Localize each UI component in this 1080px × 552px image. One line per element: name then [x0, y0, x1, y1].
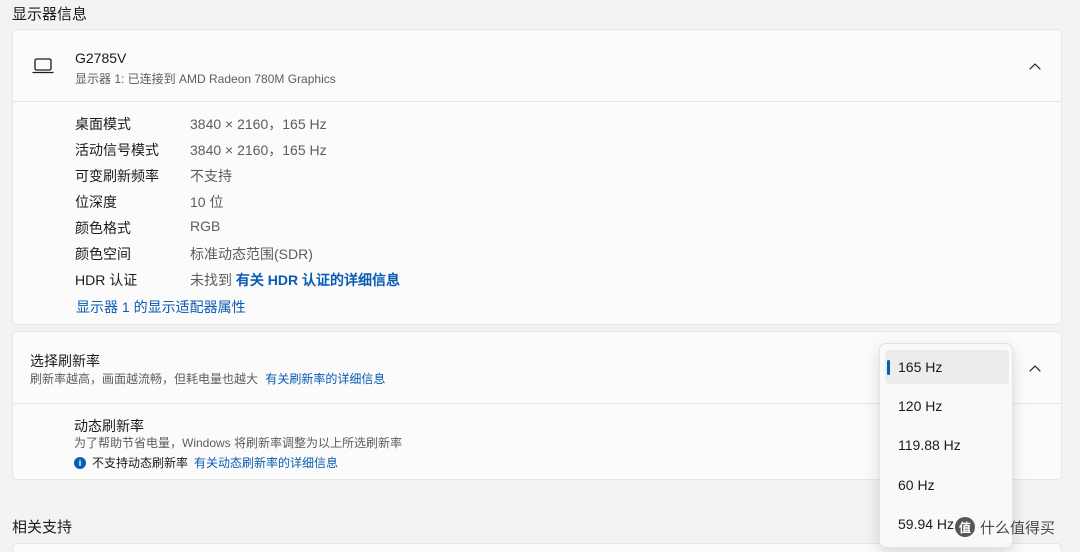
refresh-rate-title: 选择刷新率	[30, 353, 100, 369]
adapter-properties-link[interactable]: 显示器 1 的显示适配器属性	[76, 297, 246, 317]
info-label: 颜色格式	[75, 220, 131, 236]
dynamic-refresh-details-link[interactable]: 有关动态刷新率的详细信息	[194, 454, 338, 471]
refresh-rate-description: 刷新率越高，画面越流畅，但耗电量也越大	[30, 372, 259, 386]
info-label: HDR 认证	[75, 272, 138, 288]
monitor-card: G2785V 显示器 1: 已连接到 AMD Radeon 780M Graph…	[12, 29, 1062, 325]
info-value: 3840 × 2160，165 Hz	[190, 116, 327, 132]
settings-page: 显示器信息 G2785V 显示器 1: 已连接到 AMD Radeon 780M…	[0, 0, 1080, 552]
refresh-option-119-88[interactable]: 119.88 Hz	[885, 428, 1009, 462]
hdr-value: 未找到	[190, 272, 232, 288]
watermark-logo-icon: 值	[955, 517, 975, 537]
info-label: 位深度	[75, 194, 117, 210]
refresh-rate-details-link[interactable]: 有关刷新率的详细信息	[265, 372, 385, 386]
refresh-rate-subtitle: 刷新率越高，画面越流畅，但耗电量也越大 有关刷新率的详细信息	[30, 370, 385, 387]
info-label: 桌面模式	[75, 116, 131, 132]
refresh-collapse-chevron-up-icon[interactable]	[1023, 356, 1047, 380]
refresh-option-165[interactable]: 165 Hz	[885, 350, 1009, 384]
monitor-subtitle: 显示器 1: 已连接到 AMD Radeon 780M Graphics	[75, 72, 336, 86]
dynamic-refresh-note: i 不支持动态刷新率 有关动态刷新率的详细信息	[74, 454, 338, 471]
laptop-icon	[32, 58, 54, 74]
collapse-chevron-up-icon[interactable]	[1023, 54, 1047, 78]
dynamic-refresh-subtitle: 为了帮助节省电量，Windows 将刷新率调整为以上所选刷新率	[74, 436, 403, 450]
info-value: RGB	[190, 218, 221, 234]
info-label: 可变刷新频率	[75, 168, 159, 184]
hdr-details-link[interactable]: 有关 HDR 认证的详细信息	[236, 272, 400, 288]
monitor-name: G2785V	[75, 50, 127, 66]
info-label: 活动信号模式	[75, 142, 159, 158]
info-value: 标准动态范围(SDR)	[190, 246, 313, 262]
info-icon: i	[74, 456, 86, 469]
monitor-card-header[interactable]: G2785V 显示器 1: 已连接到 AMD Radeon 780M Graph…	[13, 30, 1061, 102]
dynamic-refresh-title: 动态刷新率	[74, 418, 144, 434]
refresh-option-120[interactable]: 120 Hz	[885, 389, 1009, 423]
dynamic-refresh-unsupported: 不支持动态刷新率	[92, 456, 189, 470]
info-value: 3840 × 2160，165 Hz	[190, 142, 327, 158]
info-label: 颜色空间	[75, 246, 131, 262]
info-value: 不支持	[190, 168, 232, 184]
watermark: 值 什么值得买	[955, 516, 1055, 538]
watermark-text: 什么值得买	[980, 519, 1056, 537]
display-info-heading: 显示器信息	[12, 6, 88, 23]
related-support-heading: 相关支持	[12, 519, 73, 536]
refresh-option-60[interactable]: 60 Hz	[885, 468, 1009, 502]
info-value: 10 位	[190, 194, 224, 210]
info-value: 未找到 有关 HDR 认证的详细信息	[190, 270, 400, 290]
